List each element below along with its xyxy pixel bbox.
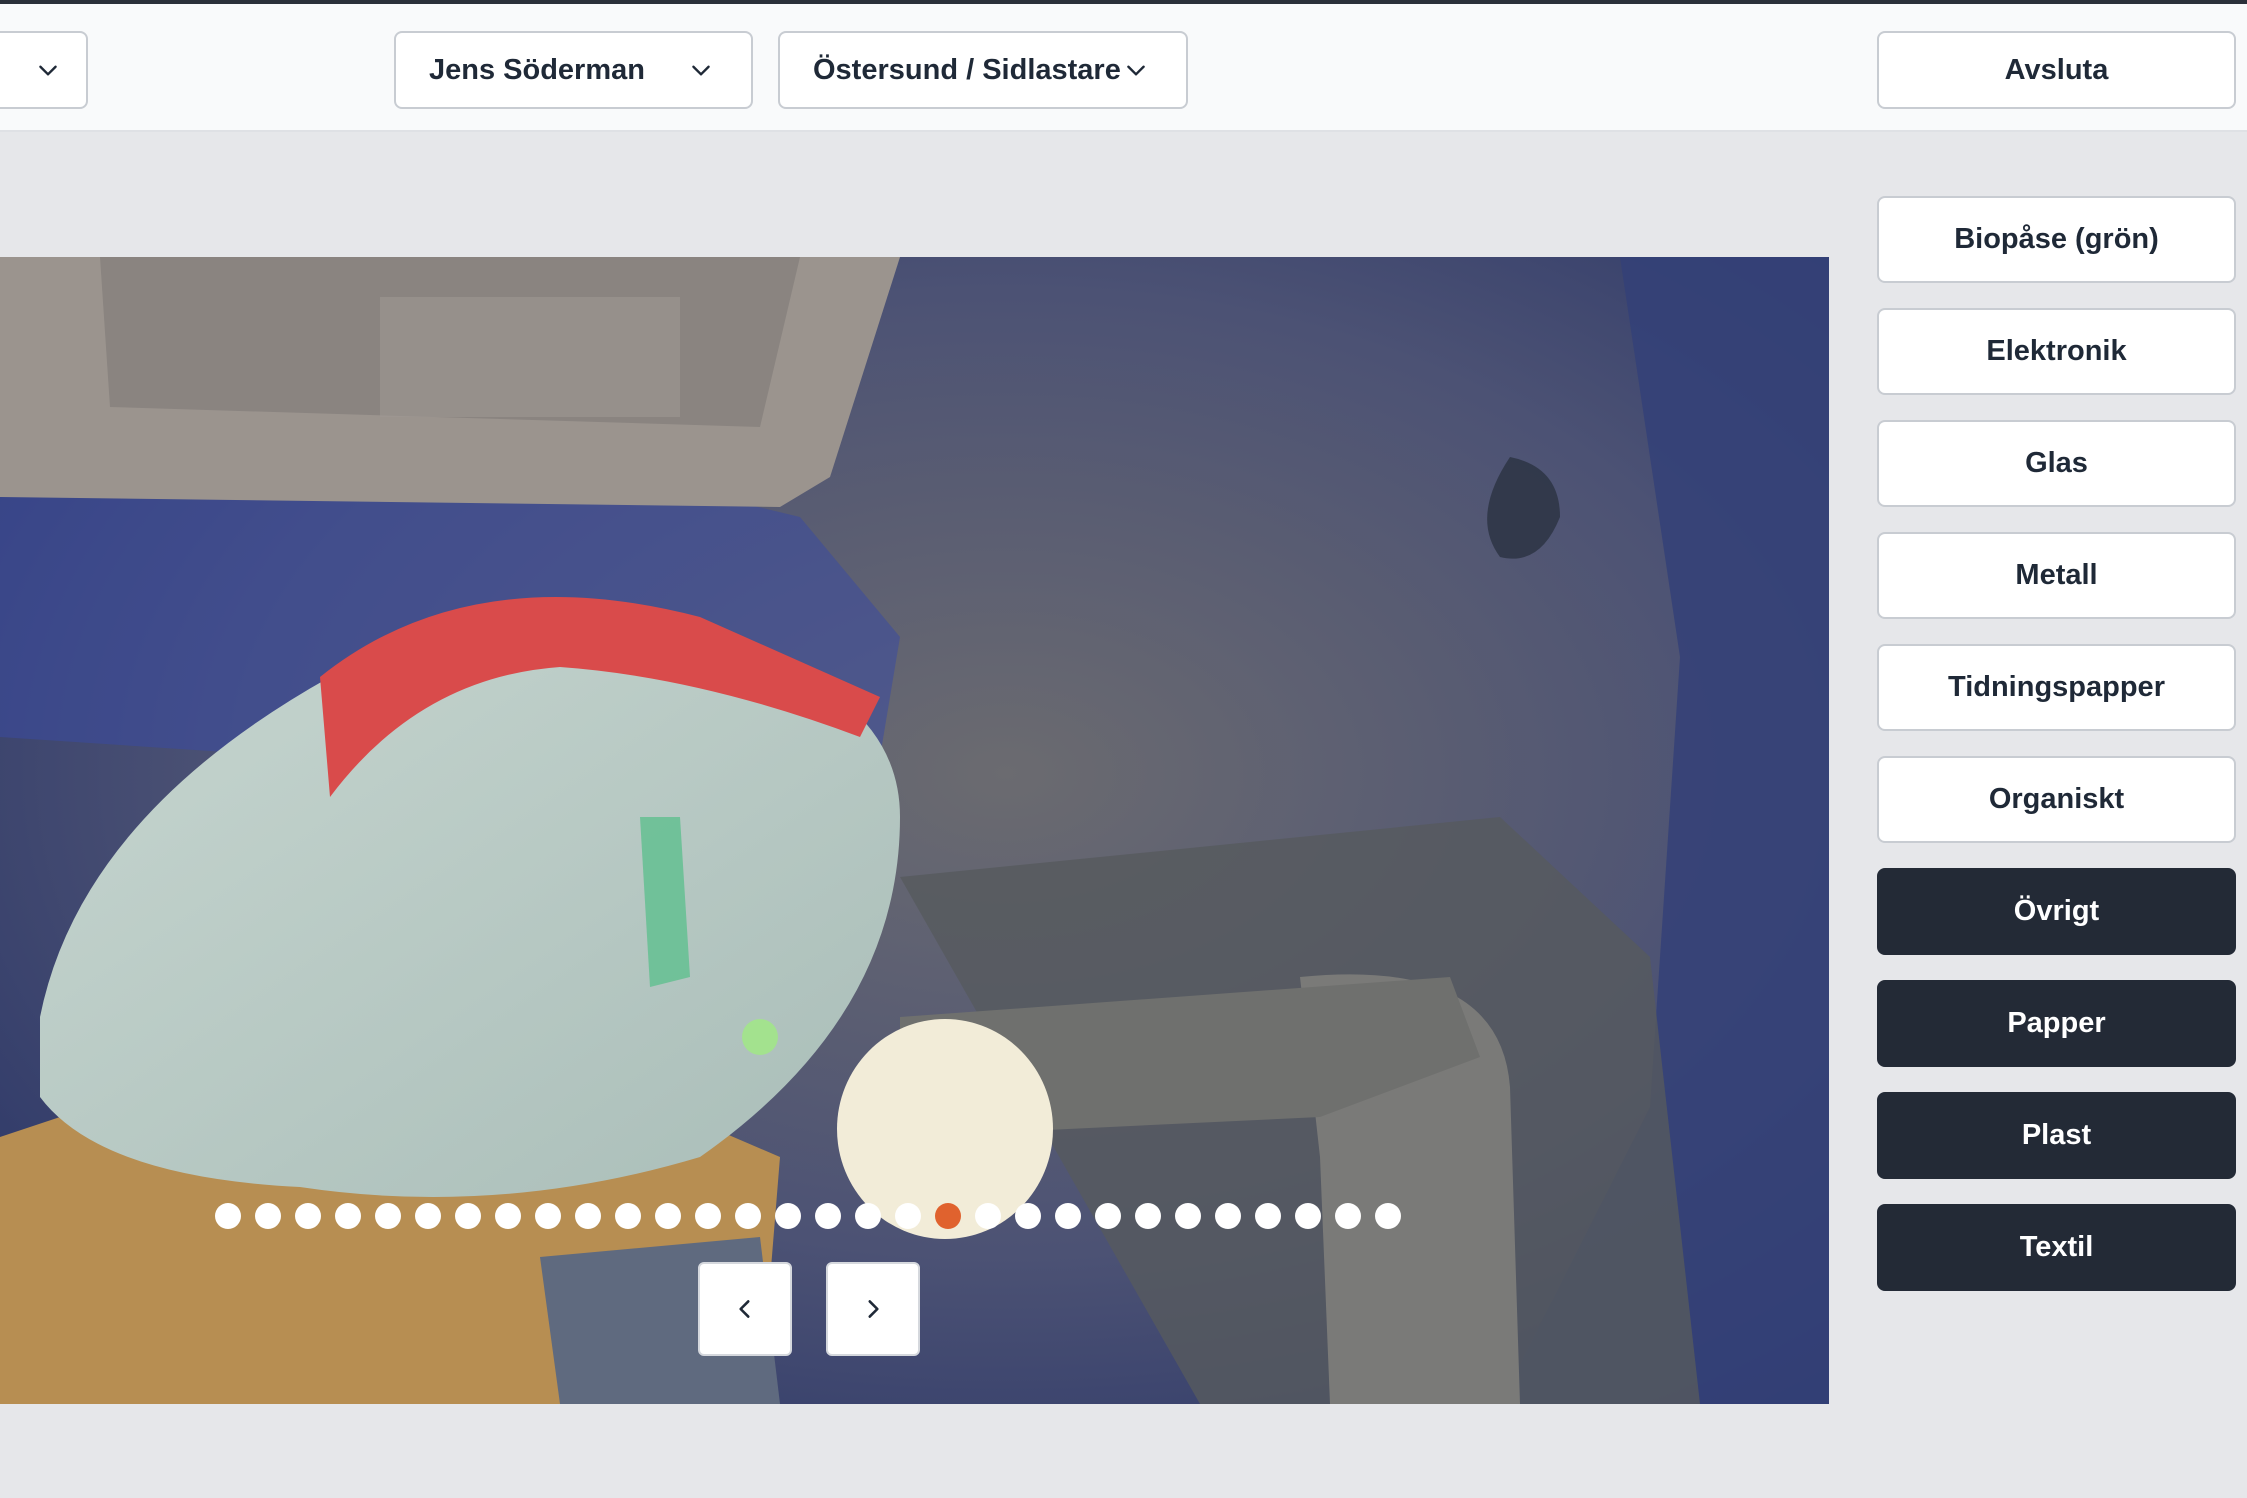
category-button[interactable]: Biopåse (grön) — [1877, 196, 2236, 283]
chevron-left-icon — [739, 1300, 750, 1318]
carousel-dot[interactable] — [855, 1203, 881, 1229]
carousel-dot[interactable] — [1135, 1203, 1161, 1229]
category-button[interactable]: Papper — [1877, 980, 2236, 1067]
category-button[interactable]: Glas — [1877, 420, 2236, 507]
carousel-dot[interactable] — [455, 1203, 481, 1229]
carousel-dot[interactable] — [535, 1203, 561, 1229]
carousel-dot[interactable] — [655, 1203, 681, 1229]
category-button[interactable]: Textil — [1877, 1204, 2236, 1291]
carousel-dot[interactable] — [215, 1203, 241, 1229]
carousel-dot[interactable] — [295, 1203, 321, 1229]
carousel-dot[interactable] — [575, 1203, 601, 1229]
chevron-down-icon — [688, 57, 714, 83]
chevron-right-icon — [868, 1300, 879, 1318]
carousel-dot[interactable] — [895, 1203, 921, 1229]
category-button[interactable]: Organiskt — [1877, 756, 2236, 843]
carousel-dot[interactable] — [975, 1203, 1001, 1229]
waste-photo — [0, 257, 1829, 1404]
carousel-dot[interactable] — [615, 1203, 641, 1229]
carousel-dot[interactable] — [1015, 1203, 1041, 1229]
carousel-dot[interactable] — [775, 1203, 801, 1229]
header-bar: Jens Söderman Östersund / Sidlastare Avs… — [0, 4, 2247, 132]
chevron-down-icon — [1123, 57, 1149, 83]
carousel-dot[interactable] — [735, 1203, 761, 1229]
carousel-dot-active[interactable] — [935, 1203, 961, 1229]
person-select[interactable]: Jens Söderman — [394, 31, 753, 109]
category-button[interactable]: Plast — [1877, 1092, 2236, 1179]
site-select-value: Östersund / Sidlastare — [813, 53, 1121, 86]
site-select[interactable]: Östersund / Sidlastare — [778, 31, 1188, 109]
chevron-down-icon — [35, 57, 61, 83]
carousel-dot[interactable] — [415, 1203, 441, 1229]
carousel-dot[interactable] — [1055, 1203, 1081, 1229]
carousel-dot[interactable] — [1335, 1203, 1361, 1229]
carousel-dot[interactable] — [255, 1203, 281, 1229]
next-image-button[interactable] — [826, 1262, 920, 1356]
carousel-dot[interactable] — [1175, 1203, 1201, 1229]
category-button[interactable]: Metall — [1877, 532, 2236, 619]
photo-scene — [0, 257, 1829, 1404]
previous-image-button[interactable] — [698, 1262, 792, 1356]
exit-button[interactable]: Avsluta — [1877, 31, 2236, 109]
carousel-dot[interactable] — [375, 1203, 401, 1229]
category-button[interactable]: Tidningspapper — [1877, 644, 2236, 731]
carousel-dot[interactable] — [695, 1203, 721, 1229]
carousel-dot[interactable] — [1215, 1203, 1241, 1229]
carousel-dot[interactable] — [1375, 1203, 1401, 1229]
person-select-value: Jens Söderman — [429, 53, 645, 86]
category-button[interactable]: Övrigt — [1877, 868, 2236, 955]
left-select[interactable] — [0, 31, 88, 109]
carousel-dot[interactable] — [335, 1203, 361, 1229]
carousel-dot[interactable] — [1295, 1203, 1321, 1229]
carousel-dot[interactable] — [1095, 1203, 1121, 1229]
category-button[interactable]: Elektronik — [1877, 308, 2236, 395]
carousel-dot[interactable] — [1255, 1203, 1281, 1229]
footer-area — [0, 1404, 2247, 1498]
carousel-dot[interactable] — [815, 1203, 841, 1229]
carousel-dot[interactable] — [495, 1203, 521, 1229]
